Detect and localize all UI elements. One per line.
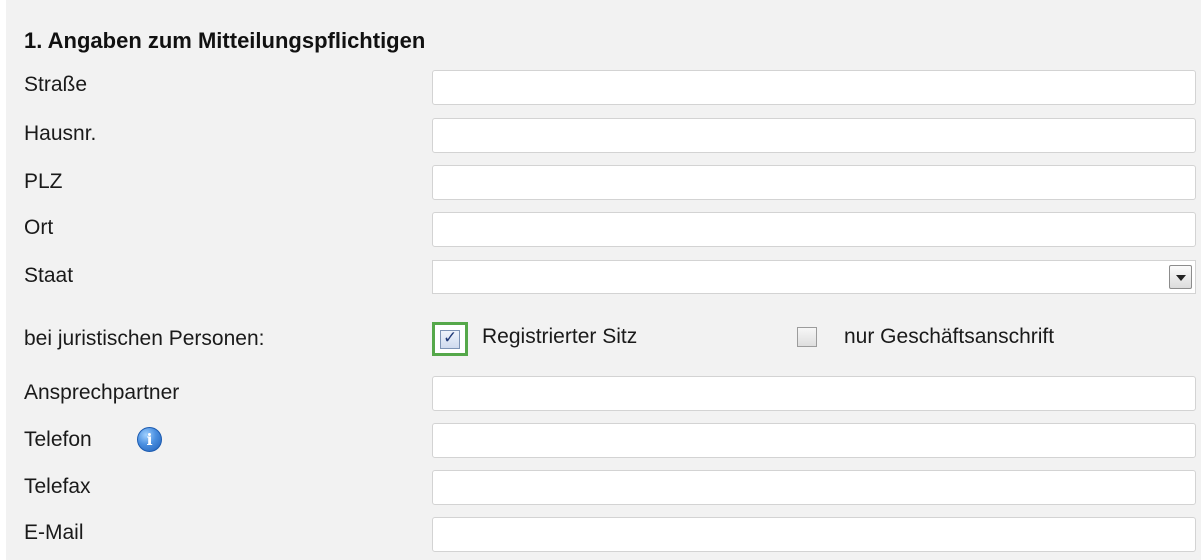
ort-label: Ort	[24, 216, 54, 239]
hausnr-input[interactable]	[432, 118, 1196, 153]
section-title: 1. Angaben zum Mitteilungspflichtigen	[24, 28, 426, 53]
info-icon[interactable]: i	[137, 427, 162, 452]
form-section-mitteilungspflichtiger: 1. Angaben zum Mitteilungspflichtigen St…	[6, 0, 1201, 560]
staat-label: Staat	[24, 264, 74, 287]
plz-label: PLZ	[24, 170, 63, 193]
staat-select[interactable]	[432, 260, 1196, 294]
ansprechpartner-label: Ansprechpartner	[24, 381, 180, 404]
registrierter-sitz-label[interactable]: Registrierter Sitz	[482, 322, 637, 352]
telefax-input[interactable]	[432, 470, 1196, 505]
nur-geschaeftsanschrift-checkbox[interactable]	[797, 327, 817, 347]
telefax-label: Telefax	[24, 475, 91, 498]
telefon-input[interactable]	[432, 423, 1196, 458]
ansprechpartner-input[interactable]	[432, 376, 1196, 411]
nur-geschaeftsanschrift-label[interactable]: nur Geschäftsanschrift	[844, 322, 1054, 352]
strasse-label: Straße	[24, 73, 88, 96]
telefon-label: Telefon	[24, 428, 92, 451]
registrierter-sitz-checkbox[interactable]: ✓	[432, 322, 468, 356]
staat-dropdown-button[interactable]	[1169, 265, 1192, 289]
chevron-down-icon	[1176, 275, 1186, 281]
plz-input[interactable]	[432, 165, 1196, 200]
hausnr-label: Hausnr.	[24, 122, 97, 145]
juristische-personen-label: bei juristischen Personen:	[24, 327, 265, 350]
email-label: E-Mail	[24, 521, 84, 544]
ort-input[interactable]	[432, 212, 1196, 247]
email-input[interactable]	[432, 517, 1196, 552]
checkmark-icon: ✓	[443, 328, 458, 348]
checkbox-box: ✓	[440, 328, 460, 349]
strasse-input[interactable]	[432, 70, 1196, 105]
